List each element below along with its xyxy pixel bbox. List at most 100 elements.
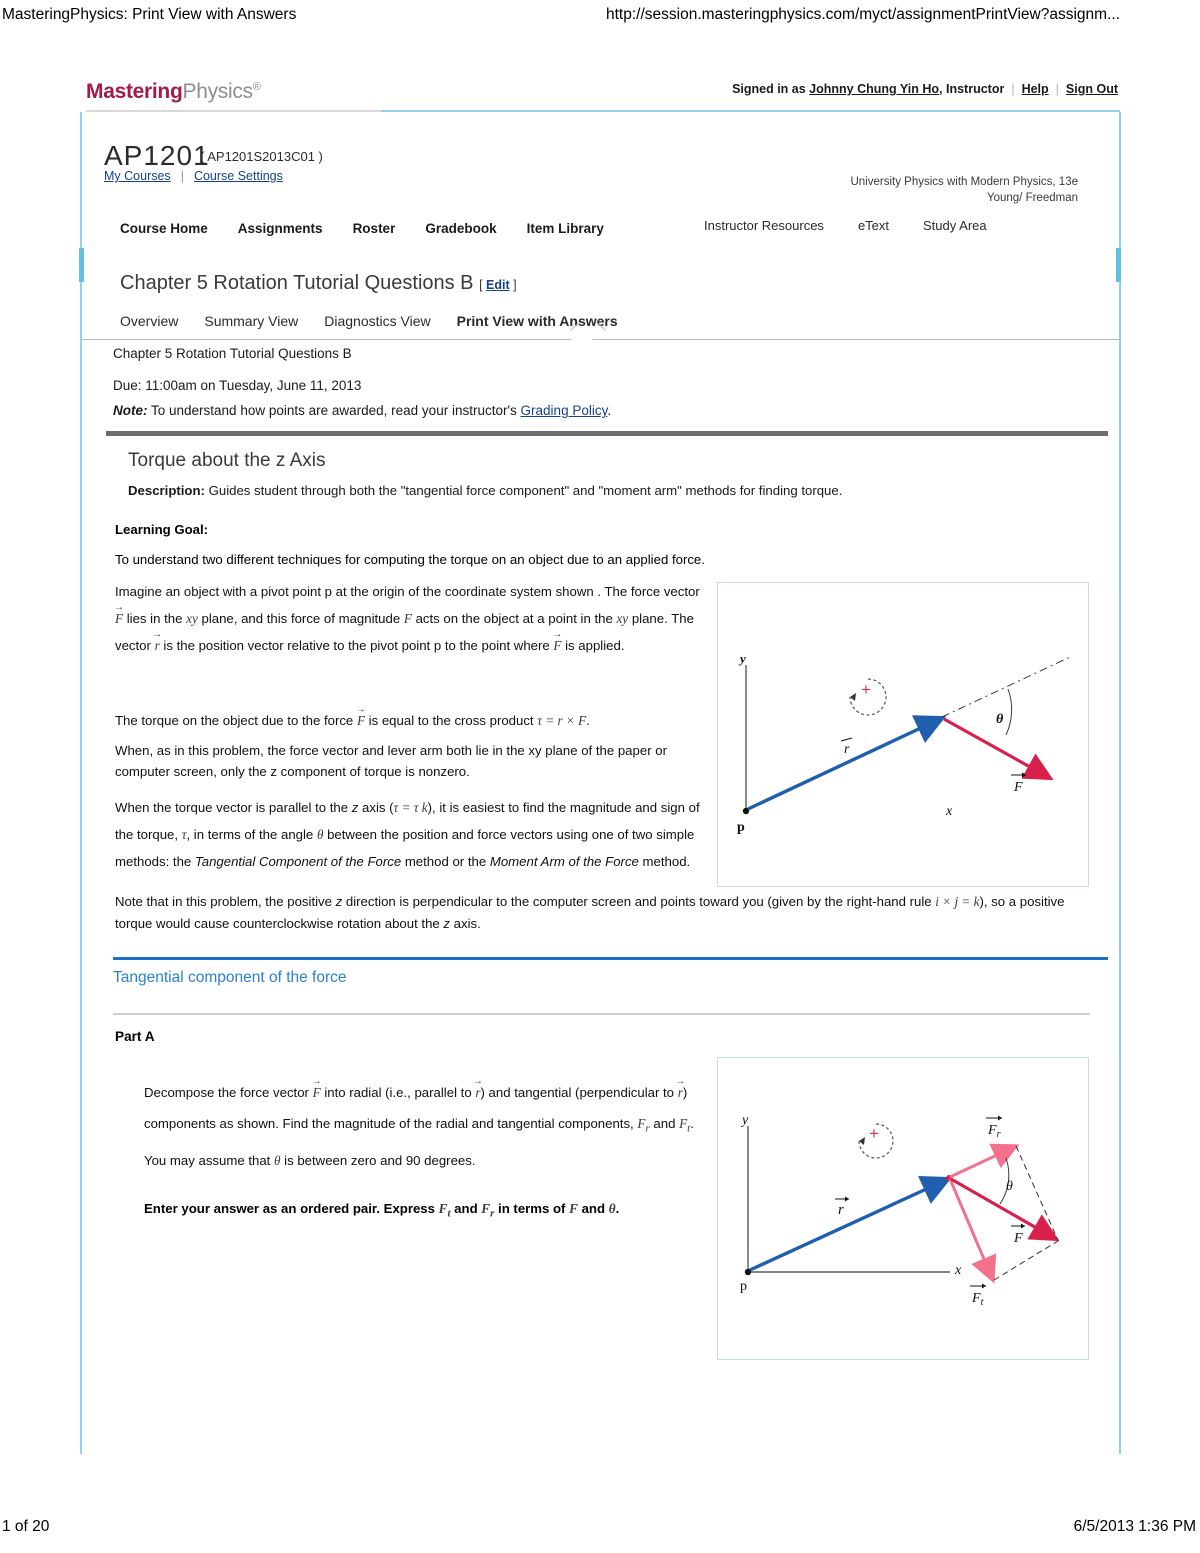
nav-item-instructor-resources[interactable]: Instructor Resources — [704, 218, 824, 233]
vector-F-symbol-3: F — [357, 707, 365, 734]
F-label-arrowhead-2 — [1021, 1223, 1025, 1229]
logo-registered-mark: ® — [252, 81, 261, 93]
r-vector-label-2: r — [838, 1202, 844, 1218]
para5-part-a: Note that in this problem, the positive — [115, 894, 336, 909]
scalar-F-symbol-2: F — [569, 1201, 578, 1216]
logo-divider-blue — [381, 110, 1120, 112]
y-axis-label: y — [738, 651, 746, 666]
account-separator-2: | — [1055, 82, 1059, 96]
vector-F-symbol: F — [115, 605, 123, 632]
positive-rotation-plus-sign-2: + — [869, 1124, 879, 1143]
assignment-due-date: Due: 11:00am on Tuesday, June 11, 2013 — [113, 378, 362, 393]
nav-item-gradebook[interactable]: Gradebook — [425, 221, 496, 236]
instr-part-c: in terms of — [494, 1201, 570, 1216]
assignment-title-row: Chapter 5 Rotation Tutorial Questions B … — [120, 272, 517, 295]
help-link[interactable]: Help — [1022, 82, 1049, 96]
course-code: AP1201 — [104, 140, 210, 171]
para2-part-c: . — [586, 713, 590, 728]
scalar-F-symbol-1: F — [403, 611, 412, 626]
resource-navigation: Instructor Resources eText Study Area — [704, 218, 987, 233]
note-text-after: . — [607, 403, 612, 418]
theta-angle-label: θ — [996, 712, 1004, 727]
course-id: ( AP1201S2013C01 ) — [200, 149, 323, 164]
print-footer-timestamp: 6/5/2013 1:36 PM — [1073, 1518, 1196, 1535]
description-label: Description: — [128, 483, 205, 498]
F-vector-label-arrowhead — [1022, 772, 1026, 778]
para5-part-b: direction is perpendicular to the comput… — [342, 894, 936, 909]
vector-r-symbol-1: r — [155, 632, 160, 659]
instr-part-a: Enter your answer as an ordered pair. Ex… — [144, 1201, 439, 1216]
section-divider-heavy — [106, 431, 1108, 436]
instr-part-e: . — [615, 1201, 620, 1216]
torque-parallel-z-equation: τ = τ k — [393, 800, 428, 815]
course-links: My Courses | Course Settings — [104, 169, 283, 183]
grading-policy-link[interactable]: Grading Policy — [521, 403, 608, 418]
logo-divider — [86, 110, 381, 112]
right-hand-rule-equation: i × j = k — [935, 894, 980, 909]
x-axis-label: x — [945, 804, 953, 819]
page-rail-left — [80, 112, 82, 1454]
para4-part-a: When the torque vector is parallel to th… — [115, 800, 352, 815]
para4-part-f: method or the — [401, 854, 490, 869]
course-settings-link[interactable]: Course Settings — [194, 169, 283, 183]
edit-link[interactable]: Edit — [486, 278, 510, 292]
nav-item-assignments[interactable]: Assignments — [238, 221, 323, 236]
page-rail-right-accent — [1116, 248, 1121, 282]
instr-part-d: and — [577, 1201, 609, 1216]
Ft-base-1: F — [679, 1116, 688, 1131]
nav-item-study-area[interactable]: Study Area — [923, 218, 987, 233]
figure-torque-diagram: y x p r F θ + — [717, 582, 1089, 887]
qa-part-b: into radial (i.e., parallel to — [320, 1085, 476, 1100]
print-header: MasteringPhysics: Print View with Answer… — [0, 6, 1200, 30]
r-vector-label: r — [844, 742, 850, 757]
tab-overview[interactable]: Overview — [120, 313, 178, 329]
problem-description: Description: Guides student through both… — [128, 483, 842, 498]
sign-out-link[interactable]: Sign Out — [1066, 82, 1118, 96]
Fr-vector-label: Fr — [987, 1123, 1001, 1140]
print-footer: 1 of 20 6/5/2013 1:36 PM — [0, 1518, 1200, 1542]
method-tangential-component: Tangential Component of the Force — [194, 854, 402, 869]
para2-part-b: is equal to the cross product — [365, 713, 538, 728]
nav-item-course-home[interactable]: Course Home — [120, 221, 208, 236]
theta-symbol-3: θ — [608, 1201, 616, 1216]
signed-in-prefix: Signed in as — [732, 82, 810, 96]
problem-title: Torque about the z Axis — [128, 450, 326, 472]
Fr-vector-arrow — [949, 1143, 1020, 1179]
section-rule-top — [113, 957, 1108, 960]
active-tab-caret — [571, 330, 593, 340]
tab-summary-view[interactable]: Summary View — [204, 313, 298, 329]
para1-part-c: plane, and this force of magnitude — [197, 611, 404, 626]
course-links-separator: | — [180, 169, 184, 183]
nav-item-roster[interactable]: Roster — [353, 221, 396, 236]
qa-part-e: and — [649, 1116, 680, 1131]
account-user-link[interactable]: Johnny Chung Yin Ho — [809, 82, 939, 96]
rotation-direction-arrowhead — [850, 693, 856, 701]
figure-force-decomposition-diagram: y x p r Fr Ft F θ + — [717, 1057, 1089, 1360]
para4-part-b: axis ( — [358, 800, 394, 815]
r-extension-dashed-line — [941, 656, 1071, 718]
F-vector-label: F — [1013, 780, 1023, 795]
Ft-symbol-1: Ft — [679, 1116, 690, 1135]
textbook-info: University Physics with Modern Physics, … — [850, 174, 1078, 206]
learning-goal-label: Learning Goal: — [115, 522, 209, 537]
pivot-point-label-2: p — [740, 1279, 747, 1294]
edit-bracket-open: [ — [479, 278, 487, 292]
masteringphysics-logo[interactable]: MasteringPhysics® — [86, 80, 261, 104]
section-rule-bottom — [113, 1013, 1090, 1015]
my-courses-link[interactable]: My Courses — [104, 169, 171, 183]
view-tabs: Overview Summary View Diagnostics View Prin… — [120, 313, 618, 329]
Fr-label-arrowhead — [998, 1115, 1002, 1121]
nav-item-etext[interactable]: eText — [858, 218, 889, 233]
print-footer-page: 1 of 20 — [2, 1518, 50, 1535]
torque-cross-product-equation: τ = r × F — [537, 713, 587, 728]
vector-F-symbol-4: F — [313, 1077, 321, 1108]
para4-part-g: method. — [638, 854, 691, 869]
Fr-symbol-2: Fr — [481, 1201, 494, 1220]
nav-item-item-library[interactable]: Item Library — [527, 221, 604, 236]
main-navigation: Course Home Assignments Roster Gradebook Ite… — [120, 221, 604, 236]
para5-part-d: axis. — [450, 916, 481, 931]
note-text-before: To understand how points are awarded, re… — [147, 403, 521, 418]
theta-angle-arc — [1005, 688, 1013, 736]
tab-diagnostics-view[interactable]: Diagnostics View — [324, 313, 430, 329]
F-vector-label-2: F — [1013, 1231, 1023, 1246]
